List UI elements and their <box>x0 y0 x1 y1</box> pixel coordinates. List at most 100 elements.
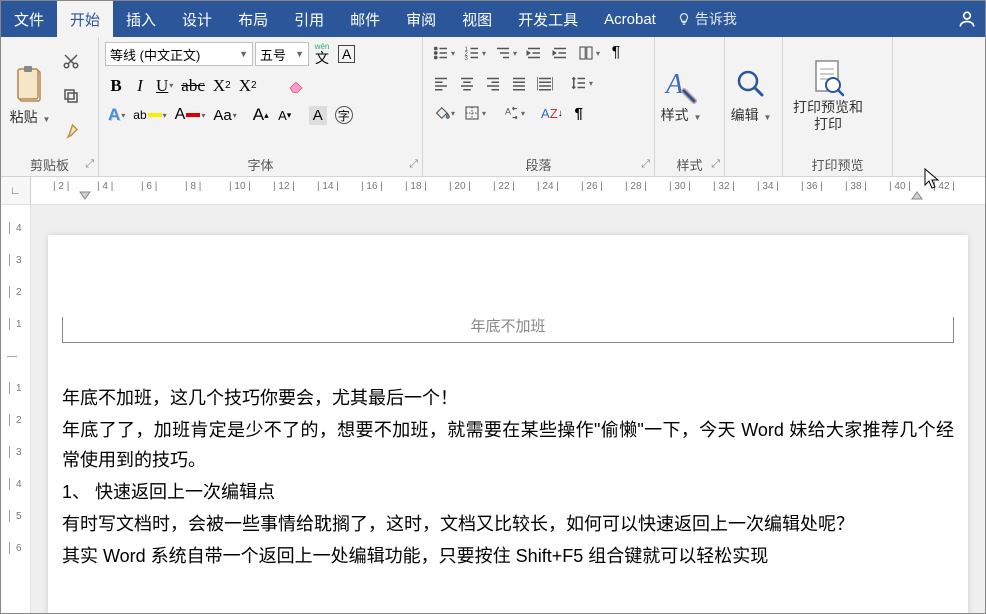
svg-text:A: A <box>664 69 684 100</box>
ruler-h-tick: | 34 | <box>757 181 779 192</box>
increase-indent-button[interactable] <box>548 41 572 65</box>
copy-button[interactable] <box>59 84 83 108</box>
styles-launcher[interactable]: ⤢ <box>711 158 720 171</box>
cut-button[interactable] <box>59 49 83 73</box>
account-button[interactable] <box>949 1 985 37</box>
user-icon <box>957 9 977 29</box>
svg-text:3: 3 <box>465 56 469 62</box>
decrease-indent-button[interactable] <box>522 41 546 65</box>
group-editing-label <box>725 152 782 176</box>
ruler-v-tick: │ 2 <box>7 287 22 298</box>
group-font-label: 字体 <box>247 155 273 174</box>
font-name-select[interactable]: 等线 (中文正文)▼ <box>105 42 253 66</box>
ruler-vertical[interactable]: │ 4│ 3│ 2│ 1—│ 1│ 2│ 3│ 4│ 5│ 6 <box>1 205 31 613</box>
ruler-h-tick: | 28 | <box>625 181 647 192</box>
styles-icon: A <box>664 65 698 105</box>
sort-button[interactable]: AZ↓ <box>538 101 566 125</box>
bullets-button[interactable]: ▾ <box>429 41 458 65</box>
font-launcher[interactable]: ⤢ <box>409 158 418 171</box>
tab-review[interactable]: 审阅 <box>393 1 449 37</box>
show-hide-button[interactable]: ¶ <box>605 41 627 65</box>
clipboard-launcher[interactable]: ⤢ <box>85 158 94 171</box>
paragraph[interactable]: 年底了了，加班肯定是少不了的，想要不加班，就需要在某些操作"偷懒"一下，今天 W… <box>62 415 954 475</box>
ruler-horizontal[interactable]: ∟ | 2 || 4 || 6 || 8 || 10 || 12 || 14 |… <box>1 177 985 205</box>
paragraph[interactable]: 有时写文档时，会被一些事情给耽搁了，这时，文档又比较长，如何可以快速返回上一次编… <box>62 509 954 539</box>
tab-design[interactable]: 设计 <box>169 1 225 37</box>
lightbulb-icon <box>677 12 691 26</box>
font-size-select[interactable]: 五号▼ <box>255 42 309 66</box>
ruler-h-tick: | 2 | <box>53 181 69 192</box>
align-left-button[interactable] <box>429 71 453 95</box>
ruler-h-tick: | 40 | <box>889 181 911 192</box>
line-spacing-button[interactable]: ▾ <box>567 71 596 95</box>
subscript-button[interactable]: X2 <box>210 73 234 97</box>
multilevel-list-button[interactable]: ▾ <box>491 41 520 65</box>
strikethrough-button[interactable]: abc <box>178 73 208 97</box>
grow-font-button[interactable]: A▴ <box>250 103 272 127</box>
paste-button[interactable]: 粘贴 ▼ <box>7 41 53 150</box>
brush-icon <box>62 122 80 140</box>
tab-references[interactable]: 引用 <box>281 1 337 37</box>
numbering-button[interactable]: 123▾ <box>460 41 489 65</box>
menu-bar: 文件 开始 插入 设计 布局 引用 邮件 审阅 视图 开发工具 Acrobat … <box>1 1 985 37</box>
tab-file[interactable]: 文件 <box>1 1 57 37</box>
paste-icon <box>14 65 46 105</box>
character-border-button[interactable]: A <box>335 42 358 66</box>
print-preview-button[interactable]: 打印预览和打印 <box>785 43 871 146</box>
phonetic-guide-button[interactable]: wén文 <box>311 41 333 67</box>
tell-me[interactable]: 告诉我 <box>677 1 737 37</box>
paint-bucket-icon <box>432 104 450 122</box>
paragraph-launcher[interactable]: ⤢ <box>641 158 650 171</box>
tab-view[interactable]: 视图 <box>449 1 505 37</box>
underline-button[interactable]: U▾ <box>153 73 176 97</box>
highlight-button[interactable]: ab▾ <box>130 103 169 127</box>
character-shading-button[interactable]: A <box>306 103 330 127</box>
ruler-h-tick: | 4 | <box>97 181 113 192</box>
bold-button[interactable]: B <box>105 73 127 97</box>
align-center-button[interactable] <box>455 71 479 95</box>
shading-button[interactable]: ▾ <box>429 101 458 125</box>
ruler-v-tick: │ 5 <box>7 511 22 522</box>
tab-insert[interactable]: 插入 <box>113 1 169 37</box>
tab-home[interactable]: 开始 <box>57 1 113 37</box>
align-distributed-button[interactable] <box>533 71 557 95</box>
numbering-icon: 123 <box>463 44 481 62</box>
text-effects-button[interactable]: A▾ <box>105 103 128 127</box>
clear-formatting-button[interactable] <box>284 73 308 97</box>
paragraph[interactable]: 年底不加班，这几个技巧你要会，尤其最后一个！ <box>62 383 954 413</box>
align-right-button[interactable] <box>481 71 505 95</box>
styles-button[interactable]: A 样式 ▼ <box>657 43 705 146</box>
tab-selector[interactable]: ∟ <box>1 177 31 204</box>
paragraph[interactable]: 其实 Word 系统自带一个返回上一处编辑功能，只要按住 Shift+F5 组合… <box>62 541 954 571</box>
tab-developer[interactable]: 开发工具 <box>505 1 591 37</box>
page-body[interactable]: 年底不加班，这几个技巧你要会，尤其最后一个！ 年底了了，加班肯定是少不了的，想要… <box>62 383 954 571</box>
print-preview-icon <box>810 57 846 99</box>
tab-mailings[interactable]: 邮件 <box>337 1 393 37</box>
page-scroll[interactable]: 年底不加班 年底不加班，这几个技巧你要会，尤其最后一个！ 年底了了，加班肯定是少… <box>31 205 985 613</box>
outdent-icon <box>525 44 543 62</box>
superscript-button[interactable]: X2 <box>236 73 260 97</box>
group-clipboard-label: 剪贴板 <box>30 155 69 174</box>
font-color-button[interactable]: A▾ <box>172 103 209 127</box>
group-styles: A 样式 ▼ 样式⤢ <box>655 37 725 176</box>
format-painter-button[interactable] <box>59 119 83 143</box>
tab-layout[interactable]: 布局 <box>225 1 281 37</box>
align-justify-button[interactable] <box>507 71 531 95</box>
paragraph[interactable]: 1、 快速返回上一次编辑点 <box>62 477 954 507</box>
change-case-button[interactable]: Aa▾ <box>210 103 239 127</box>
borders-button[interactable]: ▾ <box>460 101 489 125</box>
ruler-v-tick: │ 2 <box>7 415 22 426</box>
enclose-characters-button[interactable]: 字 <box>332 103 356 127</box>
ruler-h-tick: | 42 | <box>933 181 955 192</box>
text-direction-button[interactable]: A▾ <box>499 101 528 125</box>
indent-marker-right[interactable] <box>911 191 923 203</box>
tab-acrobat[interactable]: Acrobat <box>591 1 669 37</box>
show-marks-button[interactable]: ¶ <box>568 101 590 125</box>
shrink-font-button[interactable]: A▾ <box>274 103 296 127</box>
indent-marker-left[interactable] <box>79 191 91 203</box>
editing-button[interactable]: 编辑 ▼ <box>727 43 775 146</box>
bullets-icon <box>432 44 450 62</box>
italic-button[interactable]: I <box>129 73 151 97</box>
ruler-h-tick: | 20 | <box>449 181 471 192</box>
asian-layout-button[interactable]: ▾ <box>574 41 603 65</box>
